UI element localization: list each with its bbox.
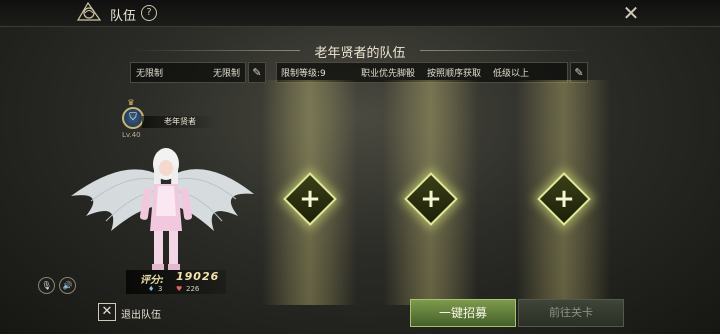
- character-name: 老年贤者: [164, 117, 196, 126]
- exit-team-button[interactable]: ✕: [98, 303, 116, 321]
- exit-team-label[interactable]: 退出队伍: [121, 306, 161, 321]
- character-avatar[interactable]: [66, 136, 256, 276]
- stat-hearts: 226: [186, 285, 200, 293]
- team-name: 老年贤者的队伍: [314, 46, 406, 61]
- setting-class: 职业优先脚骰: [361, 69, 416, 79]
- pencil-icon: ✎: [574, 66, 584, 79]
- page-title: 队伍: [110, 9, 137, 24]
- heart-icon: ♥: [176, 285, 183, 293]
- plus-icon: +: [420, 184, 442, 214]
- close-icon: ✕: [101, 304, 113, 319]
- go-to-stage-button[interactable]: 前往关卡: [518, 299, 624, 327]
- speaker-icon[interactable]: 🔊: [59, 277, 76, 294]
- gem-icon: ♦: [148, 285, 155, 293]
- quick-recruit-button[interactable]: 一键招募: [410, 299, 516, 327]
- setting-level: 限制等级:9: [281, 69, 326, 79]
- restriction-right: 无限制: [212, 69, 240, 79]
- divider-right: [420, 50, 590, 51]
- setting-grade: 低级以上: [493, 69, 530, 79]
- plus-icon: +: [553, 184, 575, 214]
- setting-loot: 按照顺序获取: [427, 69, 482, 79]
- close-icon[interactable]: ✕: [620, 2, 642, 24]
- stat-gems: 3: [158, 285, 163, 293]
- score-label: 评分:: [140, 275, 164, 286]
- pencil-icon: ✎: [252, 66, 262, 79]
- microphone-icon[interactable]: 🎙: [38, 277, 55, 294]
- restriction-field: 无限制 无限制: [130, 62, 246, 83]
- shield-icon: ⛉: [122, 107, 144, 129]
- top-bar: [0, 0, 720, 27]
- help-icon[interactable]: ?: [141, 5, 157, 21]
- score-value: 19026: [176, 270, 220, 283]
- dragon-emblem-icon: [74, 0, 104, 24]
- crown-icon: ♛: [127, 98, 135, 107]
- restriction-left: 无限制: [136, 69, 164, 79]
- plus-icon: +: [299, 184, 321, 214]
